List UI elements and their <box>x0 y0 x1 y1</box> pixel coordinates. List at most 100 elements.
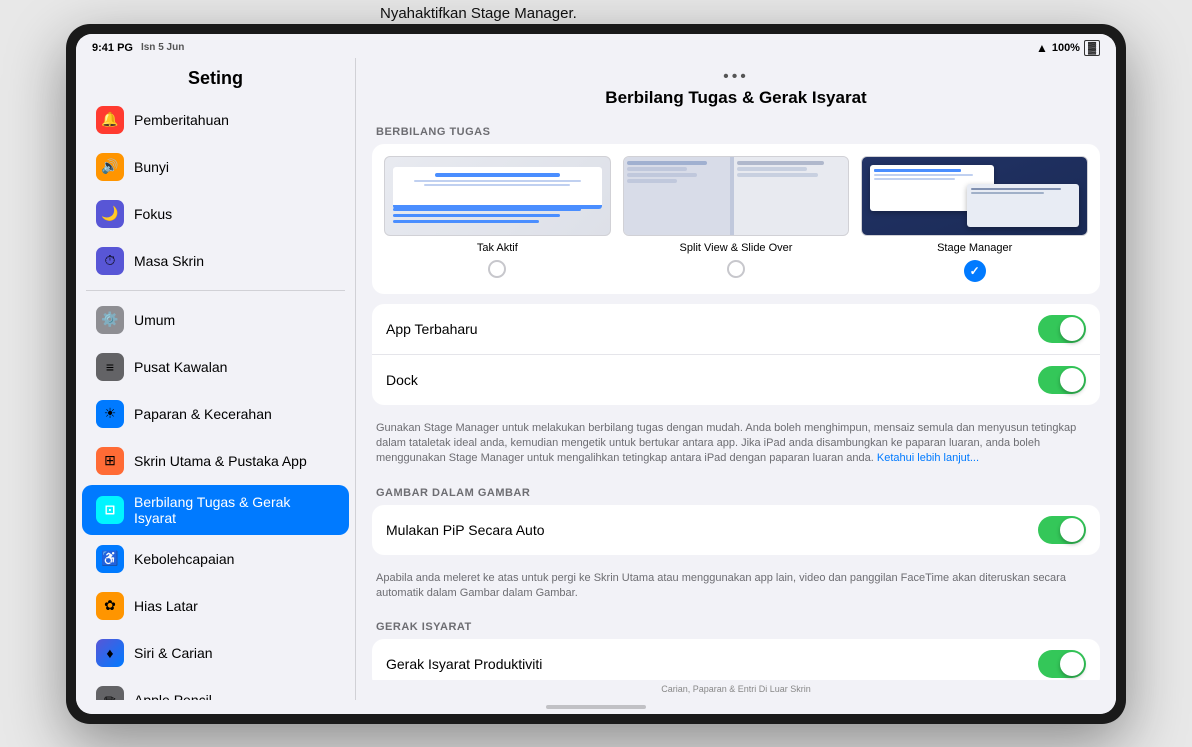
sidebar-item-hias-latar[interactable]: ✿ Hias Latar <box>82 583 349 629</box>
dock-label: Dock <box>386 372 418 388</box>
toggles-group: App Terbaharu Dock <box>372 304 1100 405</box>
skrin-utama-icon: ⊞ <box>96 447 124 475</box>
sidebar-item-umum[interactable]: ⚙️ Umum <box>82 297 349 343</box>
berbilang-tugas-label: Berbilang Tugas & Gerak Isyarat <box>134 494 335 526</box>
split-view-label: Split View & Slide Over <box>680 242 793 254</box>
gesture-toggle[interactable] <box>1038 650 1086 678</box>
stage-bg <box>862 157 1087 235</box>
stage-manager-label: Stage Manager <box>937 242 1012 254</box>
split-view-radio[interactable] <box>727 260 745 278</box>
sidebar-item-skrin-utama[interactable]: ⊞ Skrin Utama & Pustaka App <box>82 438 349 484</box>
home-indicator <box>546 705 646 709</box>
sidebar-title: Seting <box>76 58 355 97</box>
header-dots: ••• <box>376 68 1096 88</box>
pusat-kawalan-label: Pusat Kawalan <box>134 359 227 375</box>
app-terbaharu-row[interactable]: App Terbaharu <box>372 304 1100 355</box>
detail-scroll[interactable]: BERBILANG TUGAS <box>356 116 1116 680</box>
stage-manager-preview <box>861 156 1088 236</box>
tak-aktif-lines <box>393 208 602 223</box>
paparan-icon: ☀ <box>96 400 124 428</box>
main-content: Seting 🔔 Pemberitahuan 🔊 Bun <box>76 58 1116 700</box>
sidebar-item-kebolehcapaian[interactable]: ♿ Kebolehcapaian <box>82 536 349 582</box>
sidebar: Seting 🔔 Pemberitahuan 🔊 Bun <box>76 58 356 700</box>
pip-label: Mulakan PiP Secara Auto <box>386 522 545 538</box>
app-terbaharu-toggle[interactable] <box>1038 315 1086 343</box>
sidebar-list: 🔔 Pemberitahuan 🔊 Bunyi 🌙 <box>76 97 355 700</box>
split-right <box>734 157 849 235</box>
ipad-frame: 9:41 PG Isn 5 Jun ▲ 100% ▓ Seting 🔔 <box>66 24 1126 724</box>
umum-icon: ⚙️ <box>96 306 124 334</box>
dock-toggle[interactable] <box>1038 366 1086 394</box>
hias-latar-label: Hias Latar <box>134 598 198 614</box>
split-left <box>624 157 730 235</box>
bottom-text: Carian, Paparan & Entri Di Luar Skrin <box>661 684 811 694</box>
ipad-screen: 9:41 PG Isn 5 Jun ▲ 100% ▓ Seting 🔔 <box>76 34 1116 714</box>
pip-row[interactable]: Mulakan PiP Secara Auto <box>372 505 1100 555</box>
battery-icon: ▓ <box>1084 40 1100 56</box>
masa-skrin-label: Masa Skrin <box>134 253 204 269</box>
sidebar-item-siri-carian[interactable]: ♦ Siri & Carian <box>82 630 349 676</box>
status-left: 9:41 PG Isn 5 Jun <box>92 42 184 54</box>
section-pip-label: GAMBAR DALAM GAMBAR <box>376 487 1096 499</box>
section-gesture-label: GERAK ISYARAT <box>376 621 1096 633</box>
detail-title: Berbilang Tugas & Gerak Isyarat <box>376 88 1096 108</box>
gesture-row[interactable]: Gerak Isyarat Produktiviti <box>372 639 1100 679</box>
siri-label: Siri & Carian <box>134 645 213 661</box>
berbilang-tugas-icon: ⊡ <box>96 496 124 524</box>
dock-row[interactable]: Dock <box>372 355 1100 405</box>
stage-manager-info: Gunakan Stage Manager untuk melakukan be… <box>372 415 1100 477</box>
stage-win2 <box>967 184 1079 227</box>
app-terbaharu-label: App Terbaharu <box>386 321 478 337</box>
bunyi-label: Bunyi <box>134 159 169 175</box>
hias-latar-icon: ✿ <box>96 592 124 620</box>
bunyi-icon: 🔊 <box>96 153 124 181</box>
gesture-group: Gerak Isyarat Produktiviti <box>372 639 1100 679</box>
fokus-label: Fokus <box>134 206 172 222</box>
option-split-view[interactable]: Split View & Slide Over <box>623 156 850 282</box>
bottom-bar: Carian, Paparan & Entri Di Luar Skrin <box>356 680 1116 700</box>
tak-aktif-radio[interactable] <box>488 260 506 278</box>
status-bar: 9:41 PG Isn 5 Jun ▲ 100% ▓ <box>76 34 1116 58</box>
sidebar-divider-1 <box>86 290 345 291</box>
kebolehcapaian-label: Kebolehcapaian <box>134 551 234 567</box>
tak-aktif-label: Tak Aktif <box>477 242 518 254</box>
umum-label: Umum <box>134 312 175 328</box>
sidebar-item-pemberitahuan[interactable]: 🔔 Pemberitahuan <box>82 97 349 143</box>
multitask-options-card: Tak Aktif <box>372 144 1100 294</box>
tak-aktif-preview <box>384 156 611 236</box>
gesture-label: Gerak Isyarat Produktiviti <box>386 656 542 672</box>
detail-panel: ••• Berbilang Tugas & Gerak Isyarat BERB… <box>356 58 1116 700</box>
pemberitahuan-icon: 🔔 <box>96 106 124 134</box>
paparan-label: Paparan & Kecerahan <box>134 406 272 422</box>
apple-pencil-icon: ✏ <box>96 686 124 700</box>
masa-skrin-icon: ⏱ <box>96 247 124 275</box>
detail-header: ••• Berbilang Tugas & Gerak Isyarat <box>356 58 1116 116</box>
sidebar-item-paparan[interactable]: ☀ Paparan & Kecerahan <box>82 391 349 437</box>
tak-aktif-window <box>393 167 602 210</box>
pemberitahuan-label: Pemberitahuan <box>134 112 229 128</box>
sidebar-item-pusat-kawalan[interactable]: ≡ Pusat Kawalan <box>82 344 349 390</box>
home-indicator-bar <box>76 700 1116 714</box>
section-berbilang-tugas-label: BERBILANG TUGAS <box>376 126 1096 138</box>
sidebar-item-berbilang-tugas[interactable]: ⊡ Berbilang Tugas & Gerak Isyarat <box>82 485 349 535</box>
battery-text: 100% <box>1052 42 1080 54</box>
sidebar-item-apple-pencil[interactable]: ✏ Apple Pencil <box>82 677 349 700</box>
info-link[interactable]: Ketahui lebih lanjut... <box>877 452 979 464</box>
siri-icon: ♦ <box>96 639 124 667</box>
time: 9:41 PG <box>92 42 133 54</box>
option-tak-aktif[interactable]: Tak Aktif <box>384 156 611 282</box>
sidebar-item-masa-skrin[interactable]: ⏱ Masa Skrin <box>82 238 349 284</box>
fokus-icon: 🌙 <box>96 200 124 228</box>
split-view-preview <box>623 156 850 236</box>
pip-group: Mulakan PiP Secara Auto <box>372 505 1100 555</box>
top-callout-text: Nyahaktifkan Stage Manager. <box>380 5 577 22</box>
sidebar-item-bunyi[interactable]: 🔊 Bunyi <box>82 144 349 190</box>
option-stage-manager[interactable]: Stage Manager <box>861 156 1088 282</box>
pip-toggle[interactable] <box>1038 516 1086 544</box>
pusat-kawalan-icon: ≡ <box>96 353 124 381</box>
wifi-icon: ▲ <box>1036 41 1048 55</box>
sidebar-item-fokus[interactable]: 🌙 Fokus <box>82 191 349 237</box>
day: Isn 5 Jun <box>141 42 184 53</box>
stage-manager-radio[interactable] <box>964 260 986 282</box>
skrin-utama-label: Skrin Utama & Pustaka App <box>134 453 307 469</box>
